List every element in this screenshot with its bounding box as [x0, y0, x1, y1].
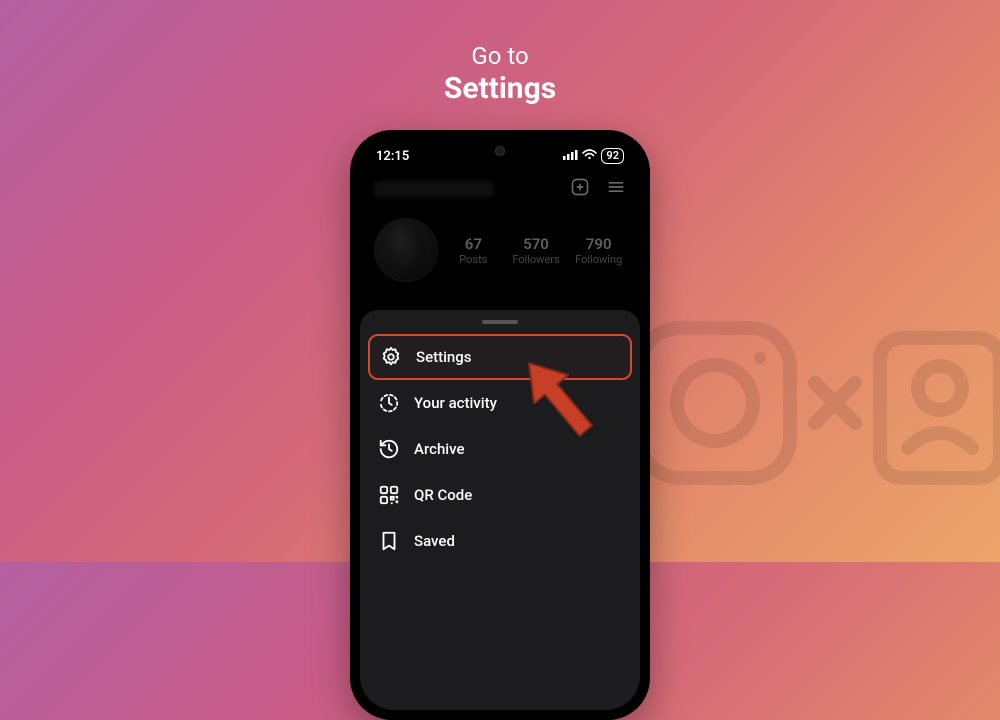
settings-icon	[380, 346, 402, 368]
bottom-sheet: Settings Your activity	[360, 310, 640, 710]
menu-item-label: Settings	[416, 348, 472, 366]
status-time: 12:15	[376, 149, 409, 164]
activity-icon	[378, 392, 400, 414]
instruction-main: Settings	[444, 71, 556, 107]
menu-item-label: QR Code	[414, 486, 472, 504]
menu-item-label: Your activity	[414, 394, 497, 412]
menu-item-qr[interactable]: QR Code	[360, 472, 640, 518]
battery-indicator: 92	[601, 148, 624, 164]
menu-item-archive[interactable]: Archive	[360, 426, 640, 472]
menu-item-label: Archive	[414, 440, 464, 458]
menu-item-saved[interactable]: Saved	[360, 518, 640, 564]
signal-icon	[563, 149, 578, 164]
background-watermark	[630, 288, 1000, 512]
archive-icon	[378, 438, 400, 460]
menu-item-settings[interactable]: Settings	[368, 334, 632, 380]
qr-icon	[378, 484, 400, 506]
wifi-icon	[582, 149, 597, 164]
instruction-headline: Go to Settings	[444, 42, 556, 107]
menu-item-activity[interactable]: Your activity	[360, 380, 640, 426]
phone-screen: 12:15 92	[360, 140, 640, 710]
menu-list: Settings Your activity	[360, 334, 640, 564]
instruction-sub: Go to	[444, 42, 556, 71]
sheet-grabber[interactable]	[482, 320, 518, 324]
status-bar: 12:15 92	[360, 140, 640, 166]
phone-frame: 12:15 92	[350, 130, 650, 720]
menu-item-label: Saved	[414, 532, 455, 550]
saved-icon	[378, 530, 400, 552]
